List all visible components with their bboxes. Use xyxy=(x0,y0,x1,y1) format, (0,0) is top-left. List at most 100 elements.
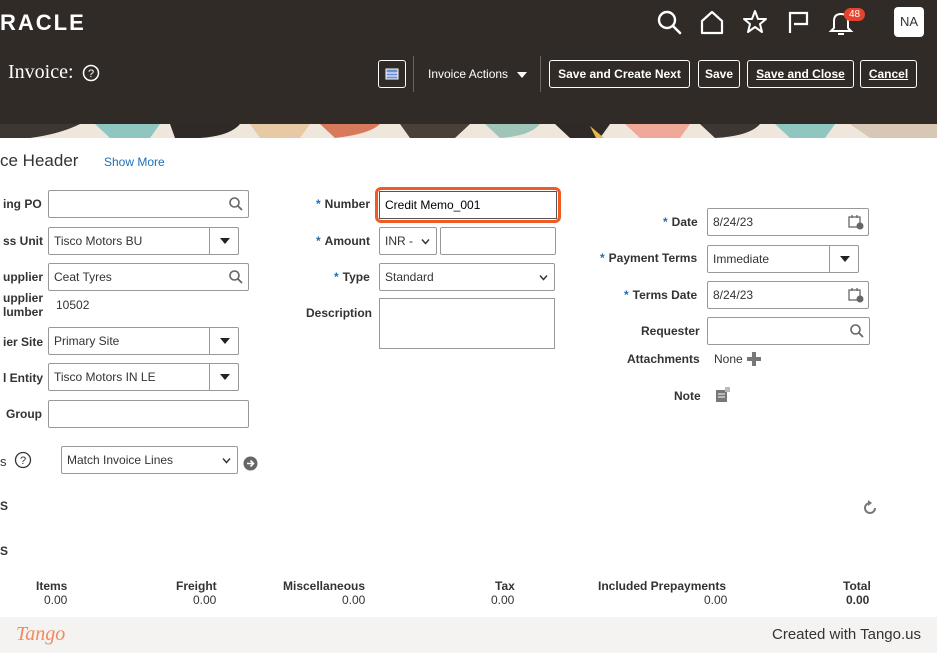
required-asterisk: * xyxy=(663,215,668,229)
invoice-group-input[interactable] xyxy=(48,400,249,428)
user-avatar[interactable]: NA xyxy=(894,7,924,37)
requester-label: Requester xyxy=(641,324,700,338)
chevron-down-icon xyxy=(222,458,231,464)
caret-down-icon xyxy=(517,71,528,78)
go-arrow-icon[interactable] xyxy=(243,456,258,471)
note-label: Note xyxy=(674,389,701,403)
home-icon[interactable] xyxy=(698,8,726,36)
payment-terms-value: Immediate xyxy=(713,252,770,266)
oracle-logo: RACLE xyxy=(0,10,86,35)
payment-terms-label: * Payment Terms xyxy=(600,251,697,265)
legal-entity-select[interactable]: Tisco Motors IN LE xyxy=(48,363,239,391)
search-icon[interactable] xyxy=(228,269,244,285)
invoice-number-input[interactable] xyxy=(379,191,557,219)
invoice-actions-menu[interactable]: Invoice Actions xyxy=(428,67,528,81)
payment-terms-select[interactable]: Immediate xyxy=(707,245,859,273)
description-label: Description xyxy=(306,306,373,320)
type-label-text: Type xyxy=(342,270,370,284)
supplier-number-value: 10502 xyxy=(56,298,90,312)
calendar-icon[interactable] xyxy=(848,214,864,230)
business-unit-value: Tisco Motors BU xyxy=(54,234,143,248)
totals-total-value: 0.00 xyxy=(846,593,870,607)
legal-entity-label: l Entity xyxy=(3,371,44,385)
amount-input[interactable] xyxy=(440,227,556,255)
page-title-group: Invoice: ? xyxy=(8,61,100,84)
currency-select[interactable]: INR - xyxy=(379,227,437,255)
summary-label-1: S xyxy=(0,499,9,513)
supplier-input[interactable]: Ceat Tyres xyxy=(48,263,249,291)
tango-logo: Tango xyxy=(16,623,66,645)
terms-date-label-text: Terms Date xyxy=(632,288,698,302)
legal-entity-value: Tisco Motors IN LE xyxy=(54,370,156,384)
top-bar: RACLE 48 NA Invoice: ? Invoice Actions S… xyxy=(0,0,937,124)
supplier-site-select[interactable]: Primary Site xyxy=(48,327,239,355)
attachments-label: Attachments xyxy=(627,352,700,366)
invoice-group-label: Group xyxy=(6,407,42,421)
save-and-close-button[interactable]: Save and Close xyxy=(747,60,854,88)
totals-items-label: Items xyxy=(36,579,68,593)
attachments-value: None xyxy=(714,352,743,366)
number-label-text: Number xyxy=(324,197,371,211)
flag-icon[interactable] xyxy=(784,8,812,36)
supplier-number-label-line1: upplier xyxy=(3,291,44,305)
chevron-down-icon xyxy=(421,239,430,245)
totals-freight-label: Freight xyxy=(176,579,217,593)
description-textarea[interactable] xyxy=(379,298,555,349)
invoice-date-input[interactable]: 8/24/23 xyxy=(707,208,869,236)
required-asterisk: * xyxy=(316,234,321,248)
dropdown-button[interactable] xyxy=(209,328,238,354)
totals-items-value: 0.00 xyxy=(44,593,68,607)
match-option-label: s xyxy=(0,454,7,469)
totals-tax-value: 0.00 xyxy=(491,593,515,607)
invoice-type-value: Standard xyxy=(385,270,434,284)
help-icon[interactable]: ? xyxy=(82,64,100,82)
date-label-text: Date xyxy=(671,215,698,229)
help-icon[interactable]: ? xyxy=(14,451,32,469)
totals-prepayments-value: 0.00 xyxy=(704,593,728,607)
search-icon[interactable] xyxy=(655,8,683,36)
note-icon[interactable] xyxy=(715,387,731,403)
search-icon[interactable] xyxy=(228,196,244,212)
amount-label-text: Amount xyxy=(324,234,370,248)
cancel-button[interactable]: Cancel xyxy=(860,60,917,88)
required-asterisk: * xyxy=(316,197,321,211)
match-option-select[interactable]: Match Invoice Lines xyxy=(61,446,238,474)
created-with-text: Created with Tango.us xyxy=(772,626,921,643)
supplier-number-label-line2: lumber xyxy=(3,305,44,319)
summary-label-2: S xyxy=(0,544,9,558)
date-label: * Date xyxy=(663,215,698,229)
terms-date-input[interactable]: 8/24/23 xyxy=(707,281,869,309)
refresh-icon[interactable] xyxy=(862,499,879,516)
currency-value: INR - xyxy=(385,234,413,248)
requester-input[interactable] xyxy=(707,317,870,345)
supplier-site-label: ier Site xyxy=(3,335,44,349)
dropdown-button[interactable] xyxy=(209,364,238,390)
svg-text:?: ? xyxy=(87,68,93,80)
match-option-value: Match Invoice Lines xyxy=(67,453,174,467)
supplier-site-value: Primary Site xyxy=(54,334,120,348)
invoice-type-select[interactable]: Standard xyxy=(379,263,555,291)
business-unit-select[interactable]: Tisco Motors BU xyxy=(48,227,239,255)
search-icon[interactable] xyxy=(849,323,865,339)
identifying-po-input[interactable] xyxy=(48,190,249,218)
add-attachment-icon[interactable] xyxy=(746,351,762,367)
page-title: Invoice: xyxy=(8,61,74,83)
save-button[interactable]: Save xyxy=(698,60,740,88)
chevron-down-icon xyxy=(539,275,548,281)
invoice-actions-label: Invoice Actions xyxy=(428,67,509,81)
dropdown-button[interactable] xyxy=(209,228,238,254)
identifying-po-label: ing PO xyxy=(3,197,42,211)
dropdown-button[interactable] xyxy=(829,246,858,272)
toolbar-divider xyxy=(540,56,541,92)
show-more-link[interactable]: Show More xyxy=(104,155,165,169)
favorites-star-icon[interactable] xyxy=(741,8,769,36)
calendar-icon[interactable] xyxy=(848,287,864,303)
invoice-date-value: 8/24/23 xyxy=(713,215,754,229)
totals-miscellaneous-value: 0.00 xyxy=(342,593,366,607)
toolbar-divider xyxy=(413,56,414,92)
required-asterisk: * xyxy=(600,251,605,265)
grid-view-button[interactable] xyxy=(378,60,406,88)
payment-terms-label-text: Payment Terms xyxy=(608,251,698,265)
save-and-create-next-button[interactable]: Save and Create Next xyxy=(549,60,690,88)
terms-date-label: * Terms Date xyxy=(624,288,697,302)
